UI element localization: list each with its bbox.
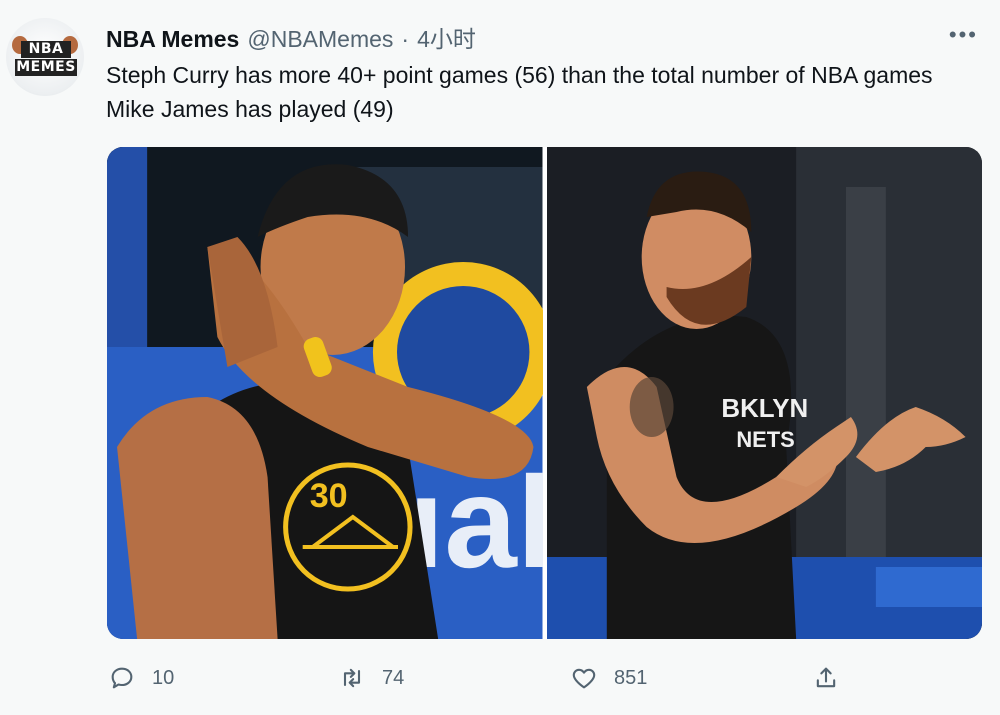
jersey-text-bklyn: BKLYN <box>721 395 808 423</box>
avatar-logo-line-1: NBA <box>21 41 71 58</box>
curry-photo[interactable]: ıal 30 <box>107 147 543 639</box>
share-icon <box>816 667 836 688</box>
mike-james-photo-illustration: BKLYN NETS <box>546 147 982 639</box>
more-options-icon[interactable]: ••• <box>949 22 978 48</box>
avatar-logo-line-2: MEMES <box>15 59 77 76</box>
like-button[interactable]: 851 <box>570 664 647 692</box>
tweet-actions: 10 74 851 <box>0 664 1000 700</box>
retweet-icon <box>343 668 361 688</box>
tweet-header: NBA Memes @NBAMemes · 4小时 <box>106 20 476 53</box>
reply-count: 10 <box>152 666 175 689</box>
heart-icon <box>572 668 596 689</box>
avatar-logo: NBA MEMES <box>15 40 77 76</box>
curry-photo-illustration: ıal 30 <box>107 147 543 639</box>
author-handle[interactable]: @NBAMemes <box>247 26 393 53</box>
tweet-text: Steph Curry has more 40+ point games (56… <box>106 62 933 122</box>
separator: · <box>401 26 410 52</box>
retweet-button[interactable]: 74 <box>338 664 404 692</box>
reply-icon <box>111 667 133 689</box>
mike-james-photo[interactable]: BKLYN NETS <box>546 147 982 639</box>
reply-button[interactable]: 10 <box>108 664 174 692</box>
share-button[interactable] <box>812 664 840 692</box>
retweet-count: 74 <box>382 666 405 689</box>
jersey-text-nets: NETS <box>736 427 794 452</box>
like-count: 851 <box>614 666 648 689</box>
tweet-media[interactable]: ıal 30 BKLYN NETS <box>107 147 982 639</box>
timestamp[interactable]: 4小时 <box>417 20 476 54</box>
avatar[interactable]: NBA MEMES <box>6 18 84 96</box>
tweet-card[interactable]: NBA MEMES NBA Memes @NBAMemes · 4小时 ••• … <box>0 0 1000 715</box>
jersey-number-30: 30 <box>310 477 348 515</box>
author-name[interactable]: NBA Memes <box>106 26 239 53</box>
